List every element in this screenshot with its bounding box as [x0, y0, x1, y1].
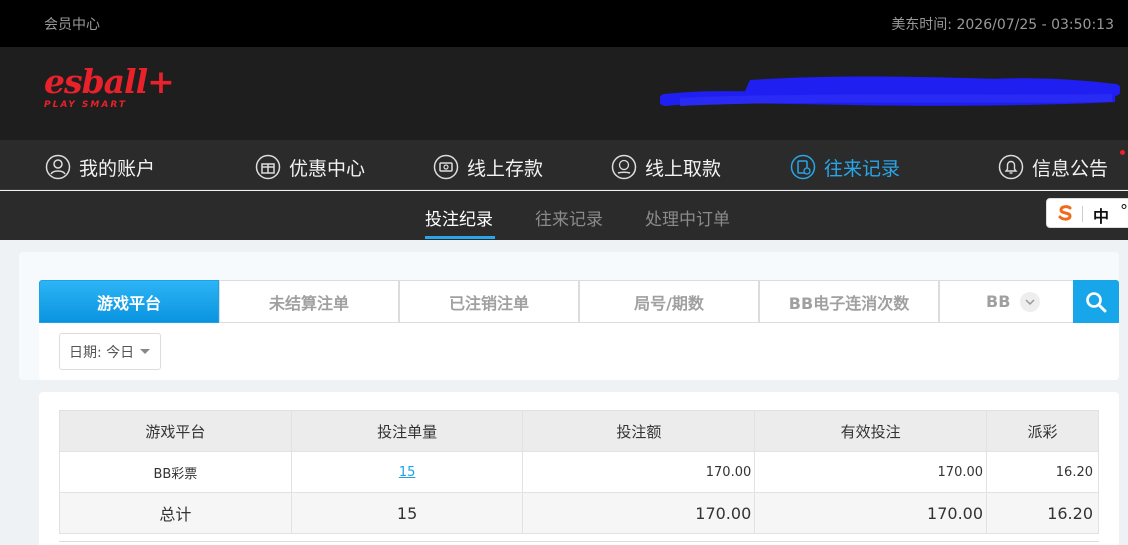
cell-valid-bet: 170.00	[754, 451, 988, 493]
logo-brand: esball+	[44, 62, 175, 101]
tab-game-platform[interactable]: 游戏平台	[39, 280, 219, 323]
col-header: 有效投注	[754, 410, 988, 452]
active-subtab-underline	[425, 236, 495, 239]
redaction-scribble	[660, 76, 1120, 106]
logo-tagline: PLAY SMART	[44, 100, 127, 110]
nav-online-withdraw[interactable]: 线上取款	[611, 152, 721, 182]
col-header: 游戏平台	[59, 410, 292, 452]
nav-label: 优惠中心	[289, 157, 366, 180]
payout-value: 16.20	[1055, 464, 1093, 480]
nav-my-account[interactable]: 我的账户	[45, 152, 155, 182]
notification-dot	[1120, 150, 1125, 155]
date-filter-dropdown[interactable]: 日期: 今日	[59, 333, 161, 370]
tab-cancelled-bets[interactable]: 已注销注单	[399, 280, 579, 323]
withdraw-icon	[611, 154, 637, 180]
us-east-time: 美东时间: 2026/07/25 - 03:50:13	[891, 17, 1114, 33]
cell-platform: BB彩票	[59, 451, 292, 493]
col-header: 投注额	[522, 410, 756, 452]
bell-icon	[998, 154, 1024, 180]
table-total-row: 总计 15 170.00 170.00 16.20	[59, 492, 1099, 534]
bet-summary-table: 游戏平台 投注单量 投注额 有效投注 派彩 BB彩票 15 170.00 170…	[59, 410, 1099, 534]
cell-count: 15	[290, 451, 524, 493]
ime-toolbar[interactable]: 中 °	[1046, 198, 1128, 228]
tab-unsettled-bets[interactable]: 未结算注单	[219, 280, 399, 323]
ime-language[interactable]: 中	[1093, 203, 1109, 227]
deposit-icon	[433, 154, 459, 180]
ime-separator	[1082, 206, 1083, 222]
cell-total-payout: 16.20	[986, 492, 1099, 534]
records-icon	[790, 154, 816, 180]
search-button[interactable]	[1073, 280, 1119, 323]
nav-promotions[interactable]: 优惠中心	[255, 152, 365, 182]
sogou-ime-icon	[1058, 205, 1072, 221]
subtab-pending-orders[interactable]: 处理中订单	[645, 205, 730, 230]
cell-payout: 16.20	[986, 451, 1099, 493]
tab-round-period[interactable]: 局号/期数	[579, 280, 759, 323]
nav-announcements[interactable]: 信息公告	[998, 152, 1108, 182]
tab-bb-more[interactable]: BB	[939, 280, 1074, 323]
subtab-transaction-records[interactable]: 往来记录	[535, 205, 603, 230]
table-bottom-edge	[59, 541, 1099, 545]
table-row: BB彩票 15 170.00 170.00 16.20	[59, 451, 1099, 493]
col-header: 派彩	[986, 410, 1099, 452]
main-nav: 我的账户 优惠中心 线上存款 线上取款 往来记录 信息公告	[0, 140, 1128, 190]
user-icon	[45, 154, 71, 180]
subtab-bet-records[interactable]: 投注纪录	[425, 205, 493, 230]
cell-total-valid: 170.00	[754, 492, 988, 534]
cell-total-amount: 170.00	[522, 492, 756, 534]
cell-total-label: 总计	[59, 492, 292, 534]
nav-label: 往来记录	[824, 157, 901, 180]
ime-punctuation[interactable]: °	[1120, 201, 1128, 220]
cell-amount: 170.00	[522, 451, 756, 493]
chevron-down-icon[interactable]	[1020, 292, 1040, 312]
col-header: 投注单量	[290, 410, 524, 452]
nav-transaction-records[interactable]: 往来记录	[790, 152, 900, 182]
member-center-link[interactable]: 会员中心	[44, 14, 100, 34]
tab-bb-combo-count[interactable]: BB电子连消次数	[759, 280, 939, 323]
nav-label: 线上取款	[645, 157, 722, 180]
caret-down-icon	[140, 349, 151, 354]
date-filter-label: 日期: 今日	[69, 344, 135, 361]
sub-nav: 投注纪录 往来记录 处理中订单	[0, 191, 1128, 240]
nav-label: 我的账户	[79, 157, 156, 180]
tab-label: BB	[986, 292, 1011, 311]
nav-label: 信息公告	[1032, 157, 1109, 180]
table-header-row: 游戏平台 投注单量 投注额 有效投注 派彩	[59, 410, 1099, 452]
top-bar: 会员中心 美东时间: 2026/07/25 - 03:50:13	[0, 0, 1128, 47]
logo[interactable]: esball+ PLAY SMART	[44, 62, 175, 111]
cell-total-count: 15	[290, 492, 524, 534]
search-icon	[1086, 291, 1107, 312]
header: esball+ PLAY SMART	[0, 47, 1128, 140]
nav-online-deposit[interactable]: 线上存款	[433, 152, 543, 182]
gift-icon	[255, 154, 281, 180]
valid-value: 170.00	[937, 464, 984, 480]
nav-label: 线上存款	[467, 157, 544, 180]
bet-count-link[interactable]: 15	[399, 465, 416, 480]
amount-value: 170.00	[705, 464, 752, 480]
